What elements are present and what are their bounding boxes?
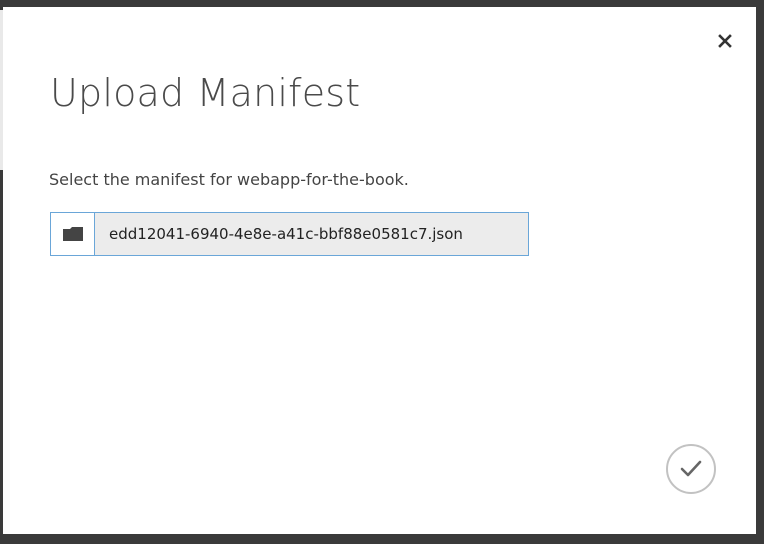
close-button[interactable] bbox=[713, 29, 737, 53]
dialog-title: Upload Manifest bbox=[50, 71, 361, 115]
manifest-file-picker[interactable]: edd12041-6940-4e8e-a41c-bbf88e0581c7.jso… bbox=[50, 212, 529, 256]
folder-icon bbox=[62, 227, 83, 241]
modal-overlay: Upload Manifest Select the manifest for … bbox=[0, 0, 764, 544]
checkmark-icon bbox=[680, 460, 702, 477]
selected-file-name: edd12041-6940-4e8e-a41c-bbf88e0581c7.jso… bbox=[109, 225, 463, 243]
browse-button[interactable] bbox=[51, 213, 95, 255]
close-icon bbox=[718, 34, 732, 48]
upload-manifest-dialog: Upload Manifest Select the manifest for … bbox=[3, 7, 756, 534]
dialog-prompt: Select the manifest for webapp-for-the-b… bbox=[49, 170, 409, 189]
confirm-button[interactable] bbox=[666, 444, 716, 494]
